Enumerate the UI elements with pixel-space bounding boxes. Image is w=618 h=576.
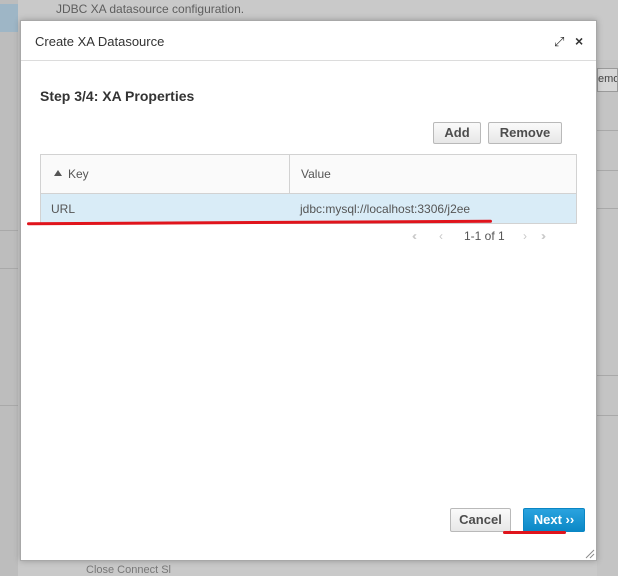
- resize-grip-icon[interactable]: [583, 547, 595, 559]
- first-page-icon[interactable]: ‹‹: [412, 229, 417, 243]
- remove-button[interactable]: Remove: [488, 122, 562, 144]
- column-header-label: Key: [68, 167, 89, 181]
- background-divider: [597, 375, 618, 376]
- column-header-key[interactable]: Key: [41, 155, 290, 193]
- close-icon[interactable]: ×: [575, 33, 583, 49]
- sort-ascending-icon: [54, 170, 62, 176]
- background-description: JDBC XA datasource configuration.: [56, 2, 245, 16]
- next-page-icon[interactable]: ›: [523, 229, 527, 243]
- column-header-value[interactable]: Value: [290, 155, 576, 193]
- background-divider: [0, 405, 18, 406]
- table-cell-value: jdbc:mysql://localhost:3306/j2ee: [300, 202, 471, 216]
- xa-properties-table: Key Value URL jdbc:mysql://localhost:330…: [40, 154, 577, 224]
- background-button: emo: [597, 68, 618, 92]
- background-divider: [0, 268, 18, 269]
- background-right-panel: [597, 60, 618, 576]
- background-divider: [0, 230, 18, 231]
- background-left-panel: [0, 0, 18, 576]
- step-title: Step 3/4: XA Properties: [40, 88, 195, 104]
- background-left-selected-item: [0, 4, 18, 32]
- table-header-row: Key Value: [41, 155, 576, 194]
- previous-page-icon[interactable]: ‹: [439, 229, 443, 243]
- create-xa-datasource-dialog: Create XA Datasource ⤢ × Step 3/4: XA Pr…: [20, 20, 597, 561]
- cancel-button[interactable]: Cancel: [450, 508, 511, 532]
- maximize-icon[interactable]: ⤢: [554, 34, 564, 50]
- add-button[interactable]: Add: [433, 122, 481, 144]
- table-cell-key: URL: [51, 202, 76, 216]
- background-divider: [597, 130, 618, 131]
- last-page-icon[interactable]: ››: [541, 229, 546, 243]
- next-button[interactable]: Next ››: [523, 508, 585, 532]
- background-bottom-text: Close Connect Sl: [86, 564, 171, 576]
- annotation-underline: [503, 531, 566, 534]
- pager-info: 1-1 of 1: [464, 229, 505, 243]
- table-row[interactable]: URL jdbc:mysql://localhost:3306/j2ee: [41, 194, 576, 223]
- dialog-header: Create XA Datasource ⤢ ×: [21, 21, 596, 61]
- background-divider: [597, 415, 618, 416]
- dialog-title: Create XA Datasource: [35, 34, 165, 49]
- background-divider: [597, 208, 618, 209]
- background-divider: [597, 170, 618, 171]
- column-header-label: Value: [301, 167, 331, 181]
